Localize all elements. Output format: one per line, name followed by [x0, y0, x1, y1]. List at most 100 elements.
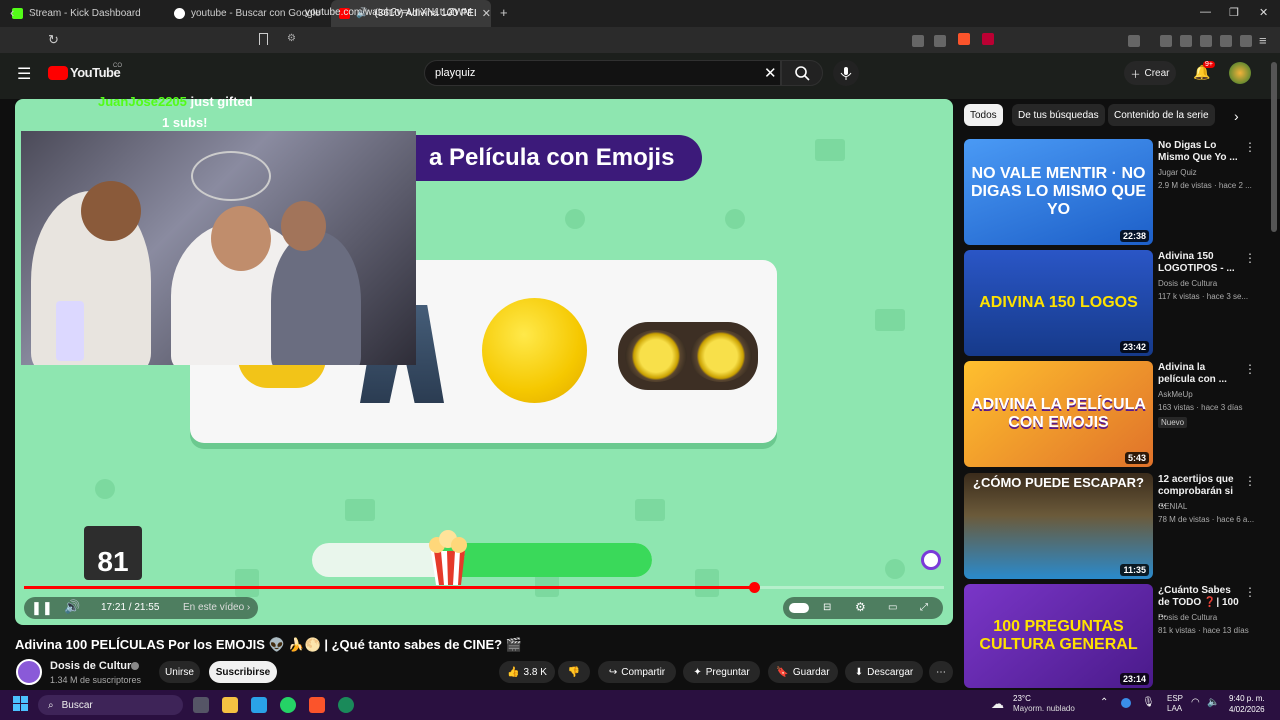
chevron-right-icon[interactable]: › — [1234, 108, 1239, 124]
vpn-icon[interactable] — [1240, 35, 1252, 47]
share-icon[interactable] — [934, 35, 946, 47]
related-channel[interactable]: Dosis de Cultura — [1158, 613, 1217, 622]
bookmark-save-icon: 🔖 — [776, 666, 789, 678]
obs-icon[interactable] — [338, 697, 354, 713]
related-title[interactable]: No Digas Lo Mismo Que Yo ... — [1158, 140, 1240, 164]
like-button[interactable]: 👍 3.8 K — [499, 661, 555, 683]
new-tab-icon[interactable]: + — [500, 5, 508, 20]
search-button[interactable] — [781, 60, 823, 86]
reload-icon[interactable]: ↻ — [48, 32, 59, 48]
ask-button[interactable]: ✦ Preguntar — [683, 661, 760, 683]
tab-google[interactable]: youtube - Buscar con Google — [166, 0, 328, 27]
subtitles-icon[interactable]: ⊟ — [823, 602, 831, 613]
download-button[interactable]: ⬇ Descargar — [845, 661, 923, 683]
create-button[interactable]: ＋ Crear — [1124, 61, 1176, 85]
leo-icon[interactable] — [1220, 35, 1232, 47]
settings-icon[interactable]: ⚙ — [855, 600, 866, 614]
tray-chevron-icon[interactable]: ⌃ — [1100, 697, 1108, 708]
clock-date[interactable]: 4/02/2026 — [1229, 705, 1265, 714]
avatar[interactable] — [1229, 62, 1251, 84]
file-explorer-icon[interactable] — [222, 697, 238, 713]
back-icon[interactable]: ‹ — [10, 5, 14, 20]
more-options-icon[interactable]: ⋮ — [1244, 140, 1256, 154]
wifi-icon[interactable]: ◠ — [1191, 697, 1200, 708]
more-options-icon[interactable]: ⋮ — [1244, 251, 1256, 265]
close-tab-icon[interactable]: ✕ — [482, 7, 491, 20]
clapperboard-counter: 81 — [84, 526, 142, 580]
minimize-icon[interactable]: — — [1200, 6, 1211, 18]
more-actions-icon[interactable]: ⋯ — [929, 661, 953, 683]
cast-icon[interactable] — [912, 35, 924, 47]
progress-bar-played — [24, 586, 754, 589]
channel-avatar[interactable] — [16, 659, 42, 685]
rewards-icon[interactable] — [982, 33, 994, 45]
search-box[interactable] — [424, 60, 781, 86]
language-code[interactable]: ESP — [1167, 694, 1183, 703]
clear-search-icon[interactable]: ✕ — [764, 64, 777, 82]
clock-time[interactable]: 9:40 p. m. — [1229, 694, 1265, 703]
more-options-icon[interactable]: ⋮ — [1244, 362, 1256, 376]
related-thumbnail[interactable]: ADIVINA LA PELÍCULA CON EMOJIS 5:43 — [964, 361, 1153, 467]
chip-all[interactable]: Todos — [964, 104, 1003, 126]
menu-icon[interactable]: ≡ — [1259, 33, 1267, 48]
close-window-icon[interactable]: ✕ — [1259, 6, 1268, 19]
url-field[interactable]: youtube.com/watch?v=UnXN1tLZWM — [305, 7, 472, 18]
fullscreen-icon[interactable]: ⤢ — [920, 602, 928, 613]
tray-app-icon[interactable] — [1121, 698, 1131, 708]
dislike-button[interactable]: 👎 — [558, 661, 590, 683]
volume-icon[interactable]: 🔊 — [64, 599, 80, 615]
brave-icon[interactable] — [309, 697, 325, 713]
share-button[interactable]: ↪ Compartir — [598, 661, 676, 683]
share-label: Compartir — [621, 666, 666, 678]
channel-watermark-icon[interactable] — [921, 550, 941, 570]
related-thumbnail[interactable]: 100 PREGUNTAS CULTURA GENERAL 23:14 — [964, 584, 1153, 688]
whatsapp-icon[interactable] — [280, 697, 296, 713]
pause-icon[interactable]: ❚❚ — [31, 600, 53, 616]
related-thumbnail[interactable]: NO VALE MENTIR · NO DIGAS LO MISMO QUE Y… — [964, 139, 1153, 245]
music-icon[interactable] — [1160, 35, 1172, 47]
volume-tray-icon[interactable]: 🔈 — [1207, 697, 1219, 708]
wallet-icon[interactable] — [1200, 35, 1212, 47]
more-options-icon[interactable]: ⋮ — [1244, 585, 1256, 599]
save-button[interactable]: 🔖 Guardar — [768, 661, 838, 683]
related-thumbnail[interactable]: ¿CÓMO PUEDE ESCAPAR? 11:35 — [964, 473, 1153, 579]
search-input[interactable]: playquiz — [435, 67, 475, 79]
tab-kick[interactable]: Stream - Kick Dashboard — [4, 0, 166, 27]
windows-start-icon[interactable] — [13, 696, 29, 712]
store-icon[interactable] — [251, 697, 267, 713]
more-options-icon[interactable]: ⋮ — [1244, 474, 1256, 488]
brave-shield-icon[interactable] — [958, 33, 970, 45]
tray-mic-icon[interactable]: 🎙 — [1142, 697, 1155, 708]
related-title[interactable]: Adivina la película con ... — [1158, 362, 1240, 386]
chapter-button[interactable]: En este vídeo › — [183, 602, 250, 613]
related-channel[interactable]: Jugar Quiz — [1158, 168, 1197, 177]
site-info-icon[interactable]: ⚙ — [287, 33, 296, 44]
channel-name[interactable]: Dosis de Cultura — [50, 660, 137, 672]
related-thumbnail[interactable]: ADIVINA 150 LOGOS 23:42 — [964, 250, 1153, 356]
progress-scrubber-handle[interactable] — [748, 582, 760, 593]
maximize-icon[interactable]: ❐ — [1229, 6, 1239, 19]
subscribe-button[interactable]: Suscribirse — [209, 661, 277, 683]
autoplay-toggle[interactable] — [789, 603, 809, 613]
person-left-head — [81, 181, 141, 241]
related-channel[interactable]: AskMeUp — [1158, 390, 1193, 399]
taskbar-search[interactable]: ⌕ Buscar — [38, 695, 183, 715]
miniplayer-icon[interactable]: ▭ — [888, 602, 897, 613]
youtube-logo-icon[interactable] — [48, 66, 68, 80]
page-scrollbar[interactable] — [1271, 62, 1277, 232]
chip-from-searches[interactable]: De tus búsquedas — [1012, 104, 1105, 126]
search-icon — [795, 66, 810, 81]
bookmark-icon[interactable] — [259, 33, 268, 45]
related-channel[interactable]: GENIAL — [1158, 502, 1187, 511]
hamburger-icon[interactable]: ☰ — [17, 64, 31, 84]
related-channel[interactable]: Dosis de Cultura — [1158, 279, 1217, 288]
voice-search-button[interactable] — [833, 60, 859, 86]
join-button[interactable]: Unirse — [159, 661, 200, 683]
related-title[interactable]: Adivina 150 LOGOTIPOS - ... — [1158, 251, 1240, 275]
forward-icon[interactable]: › — [30, 5, 34, 20]
keyboard-layout[interactable]: LAA — [1167, 704, 1182, 713]
panel-icon[interactable] — [1180, 35, 1192, 47]
chip-series[interactable]: Contenido de la serie — [1108, 104, 1215, 126]
sidebar-toggle-icon[interactable] — [1128, 35, 1140, 47]
task-view-icon[interactable] — [193, 697, 209, 713]
